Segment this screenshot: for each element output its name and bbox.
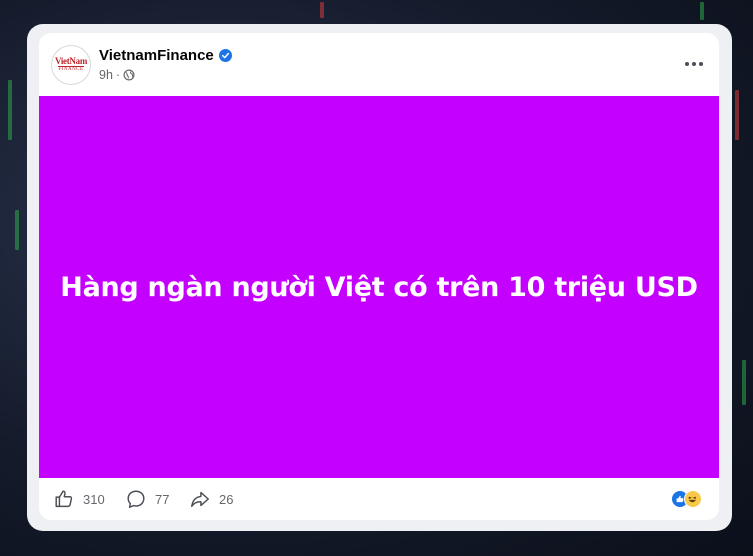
comment-icon (127, 490, 145, 508)
avatar-logo-bottom: FINANCE (58, 66, 84, 72)
post-actions-bar: 310 77 26 (39, 478, 719, 520)
background-candle (700, 2, 704, 20)
comment-button[interactable]: 77 (125, 488, 169, 510)
name-row: VietnamFinance (99, 47, 232, 64)
share-count: 26 (219, 491, 234, 507)
more-options-button[interactable] (681, 51, 707, 77)
facebook-post-card: VietNam FINANCE VietnamFinance 9h · Hàng… (39, 33, 719, 520)
background-candle (15, 210, 19, 250)
post-headline: Hàng ngàn người Việt có trên 10 triệu US… (60, 271, 698, 303)
globe-icon[interactable] (123, 69, 135, 81)
reactions-summary[interactable] (671, 490, 707, 508)
like-button[interactable]: 310 (53, 488, 105, 510)
thumbs-up-icon (55, 490, 73, 508)
dot-icon (699, 62, 703, 66)
background-candle (320, 2, 324, 18)
haha-reaction-icon (684, 490, 702, 508)
post-timestamp[interactable]: 9h (99, 68, 113, 82)
background-candle (8, 80, 12, 140)
dot-icon (685, 62, 689, 66)
share-arrow-icon (191, 491, 209, 508)
background-candle (742, 360, 746, 405)
share-button[interactable]: 26 (189, 488, 233, 510)
background-candle (735, 90, 739, 140)
dot-icon (692, 62, 696, 66)
meta-separator: · (115, 68, 121, 82)
page-name-link[interactable]: VietnamFinance (99, 47, 214, 64)
like-count: 310 (83, 491, 105, 507)
verified-badge-icon (218, 49, 232, 62)
avatar-logo-top: VietNam (54, 56, 88, 66)
post-image[interactable]: Hàng ngàn người Việt có trên 10 triệu US… (39, 96, 719, 478)
post-meta: 9h · (99, 68, 135, 82)
comment-count: 77 (155, 491, 170, 507)
page-avatar[interactable]: VietNam FINANCE (51, 45, 91, 85)
post-header: VietNam FINANCE VietnamFinance 9h · (39, 33, 719, 95)
